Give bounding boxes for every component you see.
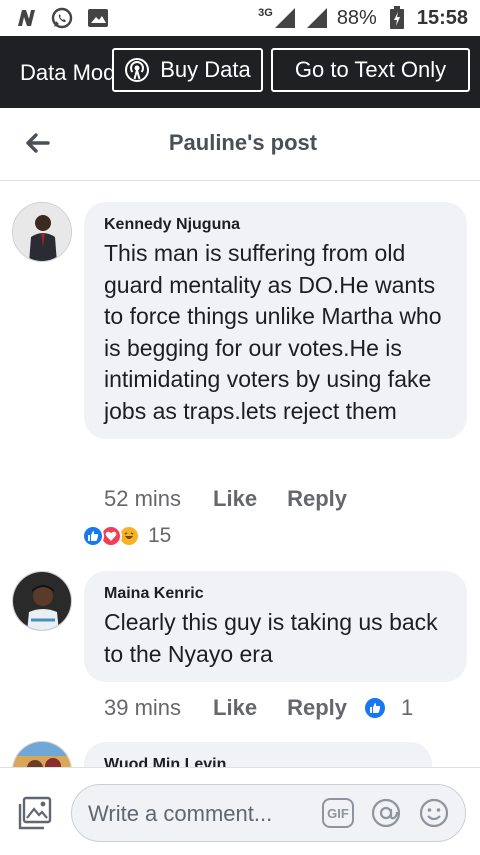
buy-data-button[interactable]: Buy Data	[112, 48, 263, 92]
clock: 15:58	[416, 6, 468, 29]
comment-bubble[interactable]: Wuod Min Levin	[84, 742, 432, 767]
data-mode-bar: Data Mode Buy Data Go to Text Only	[0, 36, 480, 108]
reaction-count: 15	[148, 524, 172, 547]
network-type-label: 3G	[258, 7, 273, 19]
comment-composer: Write a comment... GIF	[0, 767, 480, 855]
reply-button[interactable]: Reply	[287, 486, 347, 512]
comment-author[interactable]: Wuod Min Levin	[104, 756, 412, 767]
comment-bubble[interactable]: Maina Kenric Clearly this guy is taking …	[84, 571, 467, 682]
comments-list: Kennedy Njuguna This man is suffering fr…	[0, 181, 480, 767]
reply-button[interactable]: Reply	[287, 695, 347, 721]
reaction-count: 1	[401, 695, 414, 720]
like-reaction-icon[interactable]	[363, 696, 387, 720]
comment-author[interactable]: Maina Kenric	[104, 585, 447, 603]
photo-icon[interactable]	[18, 796, 52, 830]
status-bar: 3G 88% 15:58	[0, 0, 480, 36]
comment-time: 39 mins	[104, 695, 182, 720]
reaction-summary[interactable]: 15	[82, 524, 171, 548]
like-reaction-icon	[82, 525, 104, 547]
like-button[interactable]: Like	[213, 695, 257, 721]
avatar[interactable]	[12, 571, 72, 631]
comment-author[interactable]: Kennedy Njuguna	[104, 216, 447, 234]
comment-bubble[interactable]: Kennedy Njuguna This man is suffering fr…	[84, 202, 467, 439]
post-header: Pauline's post	[0, 108, 480, 181]
signal-icon	[305, 6, 329, 30]
comment-text: Clearly this guy is taking us back to th…	[104, 609, 438, 667]
buy-data-label: Buy Data	[160, 57, 251, 82]
data-mode-label: Data Mode	[20, 60, 112, 85]
signal-icon	[273, 6, 297, 30]
like-button[interactable]: Like	[213, 486, 257, 512]
comment-placeholder: Write a comment...	[88, 801, 273, 826]
comment-time: 52 mins	[104, 486, 182, 511]
battery-percent: 88%	[336, 6, 377, 29]
comment-input[interactable]: Write a comment... GIF	[71, 784, 466, 842]
gallery-icon	[86, 6, 110, 30]
comment-actions: 52 mins Like Reply	[104, 486, 377, 512]
avatar[interactable]	[12, 202, 72, 262]
broadcast-icon	[124, 57, 150, 83]
gif-button[interactable]: GIF	[322, 798, 354, 828]
comment-text: This man is suffering from old guard men…	[104, 240, 442, 424]
whatsapp-icon	[50, 6, 74, 30]
avatar[interactable]	[12, 741, 72, 767]
emoji-icon[interactable]	[418, 797, 450, 829]
mention-icon[interactable]	[370, 797, 402, 829]
text-only-label: Go to Text Only	[294, 57, 447, 82]
battery-icon	[385, 6, 409, 30]
text-only-button[interactable]: Go to Text Only	[271, 48, 470, 92]
n-app-icon	[14, 6, 38, 30]
page-title: Pauline's post	[168, 130, 318, 155]
comment-actions: 39 mins Like Reply 1	[104, 695, 413, 721]
